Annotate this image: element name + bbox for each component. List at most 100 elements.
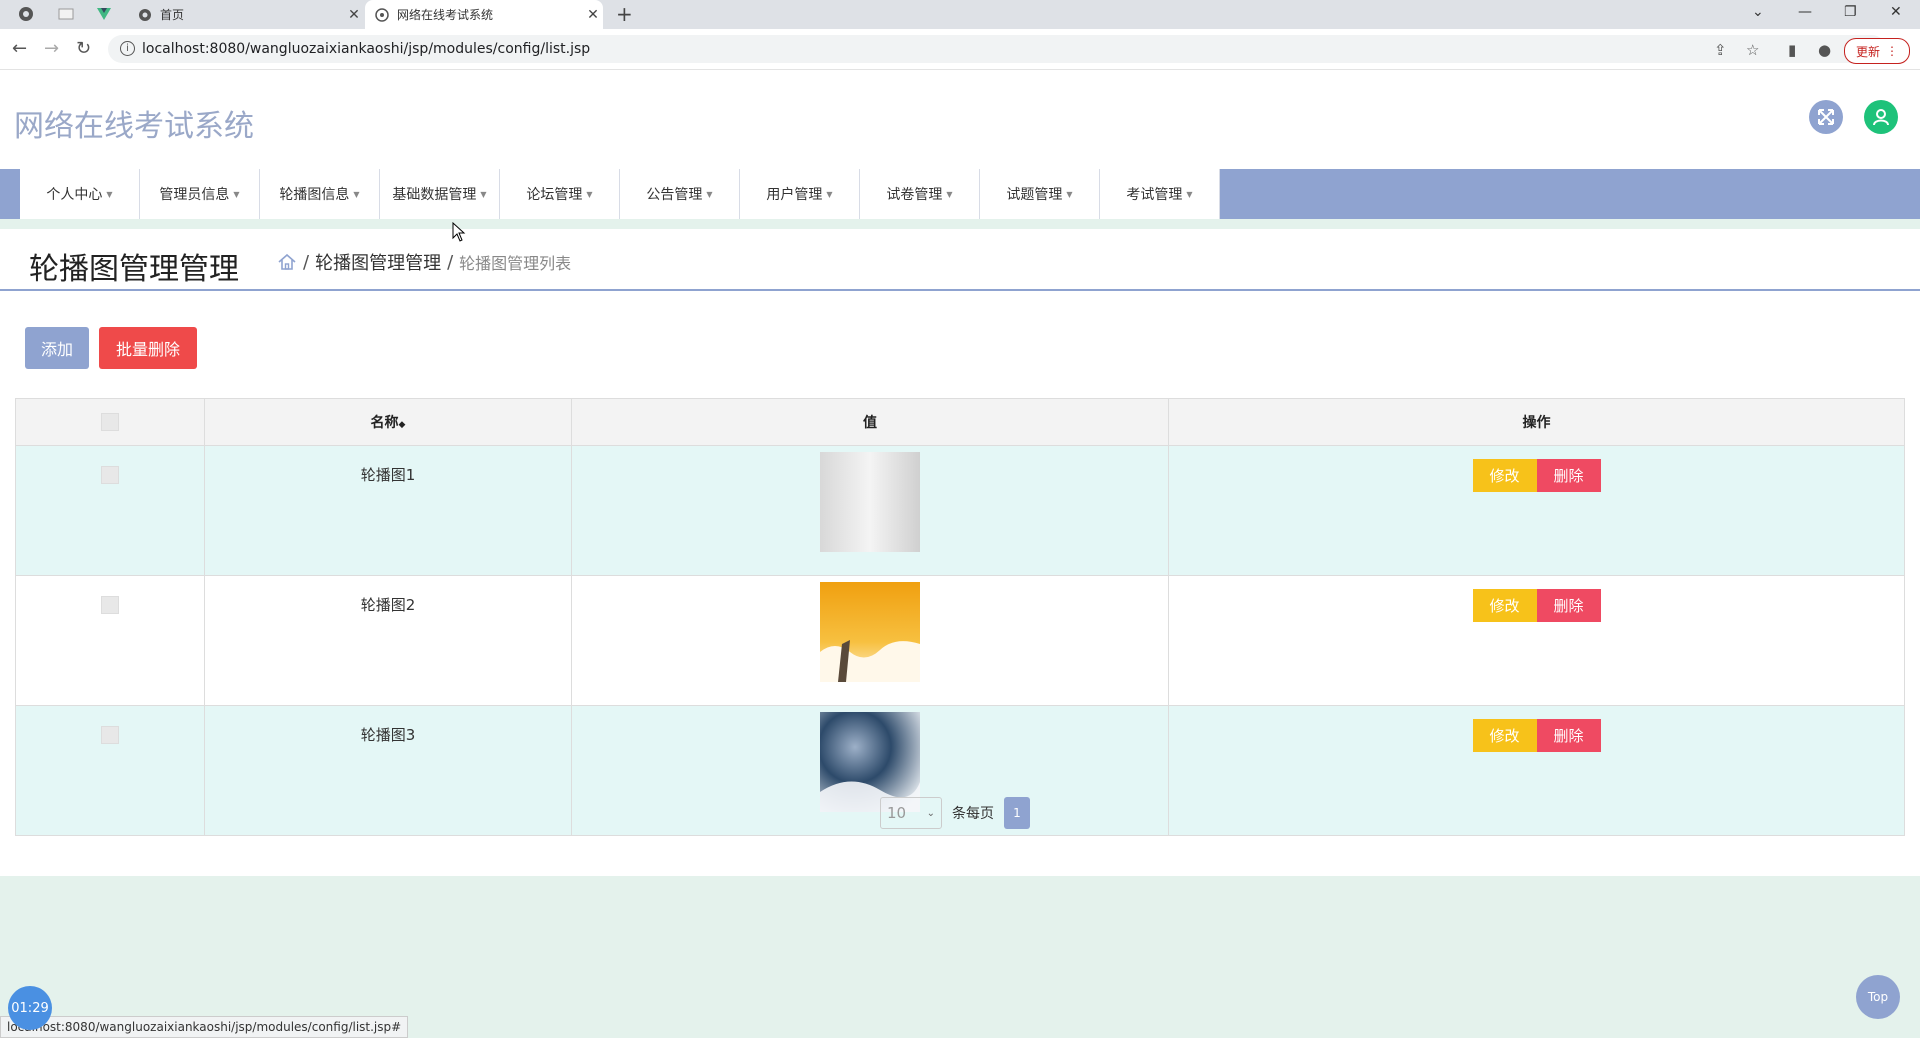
row-checkbox[interactable] (101, 466, 119, 484)
menu-papers[interactable]: 试卷管理 ▼ (860, 169, 980, 219)
sort-icon[interactable]: ◆ (399, 420, 406, 430)
page-size-select[interactable]: 10 ⌄ (880, 797, 942, 829)
browser-tab-bar: 首页 ✕ 网络在线考试系统 ✕ + ⌄ — ❐ ✕ (0, 0, 1920, 29)
chevron-down-icon: ⌄ (926, 807, 935, 819)
minimize-icon[interactable]: — (1798, 4, 1812, 20)
ops-cell: 修改 删除 (1168, 445, 1905, 576)
new-tab-icon[interactable]: + (616, 2, 633, 26)
menu-personal-center[interactable]: 个人中心 ▼ (20, 169, 140, 219)
name-cell: 轮播图2 (204, 575, 572, 706)
tab-exam-system[interactable]: 网络在线考试系统 ✕ (365, 0, 603, 29)
add-button[interactable]: 添加 (25, 327, 89, 369)
caret-down-icon: ▼ (106, 189, 113, 199)
close-tab-icon[interactable]: ✕ (583, 7, 603, 23)
tab-search-icon[interactable]: ⌄ (1752, 4, 1764, 20)
select-cell (15, 575, 205, 706)
edit-button[interactable]: 修改 (1472, 719, 1537, 752)
app-header: 网络在线考试系统 (0, 70, 1920, 169)
window-close-icon[interactable]: ✕ (1890, 4, 1902, 20)
carousel-table: 名称◆ 值 操作 轮播图1 修改 删除 轮播图2 修改 删除 轮播图3 修改 删… (15, 398, 1905, 836)
page-number-button[interactable]: 1 (1004, 797, 1030, 829)
pinned-tab-icon[interactable] (18, 6, 34, 22)
select-all-checkbox[interactable] (101, 413, 119, 431)
edit-button[interactable]: 修改 (1472, 459, 1537, 492)
delete-button[interactable]: 删除 (1536, 589, 1601, 622)
tab-title: 网络在线考试系统 (397, 8, 494, 22)
caret-down-icon: ▼ (233, 189, 240, 199)
main-menu-bar: 个人中心 ▼ 管理员信息 ▼ 轮播图信息 ▼ 基础数据管理 ▼ 论坛管理 ▼ 公告管理 ▼ … (0, 169, 1920, 219)
restore-icon[interactable]: ❐ (1844, 4, 1857, 20)
shield-icon (375, 7, 389, 22)
breadcrumb: / 轮播图管理管理 / 轮播图管理列表 (277, 249, 571, 275)
row-checkbox[interactable] (101, 726, 119, 744)
header-select-all (15, 398, 205, 446)
page-header: 轮播图管理管理 / 轮播图管理管理 / 轮播图管理列表 (0, 229, 1920, 291)
menu-users[interactable]: 用户管理 ▼ (740, 169, 860, 219)
table-row: 轮播图2 修改 删除 (15, 575, 1905, 706)
value-cell (571, 705, 1169, 836)
forward-icon[interactable]: → (44, 38, 59, 59)
main-menu: 个人中心 ▼ 管理员信息 ▼ 轮播图信息 ▼ 基础数据管理 ▼ 论坛管理 ▼ 公告管理 ▼ … (20, 169, 1220, 219)
more-icon: ⋮ (1886, 44, 1898, 58)
menu-questions[interactable]: 试题管理 ▼ (980, 169, 1100, 219)
tab-home[interactable]: 首页 ✕ (128, 0, 364, 29)
caret-down-icon: ▼ (480, 189, 487, 199)
pagination: 10 ⌄ 条每页 1 (880, 797, 1030, 829)
header-name[interactable]: 名称◆ (204, 398, 572, 446)
per-page-label: 条每页 (952, 806, 994, 822)
site-info-icon[interactable]: i (120, 41, 135, 56)
breadcrumb-separator: / (447, 251, 454, 273)
content-panel: 轮播图管理管理 / 轮播图管理管理 / 轮播图管理列表 添加 批量删除 名称◆ … (0, 229, 1920, 876)
bookmark-star-icon[interactable]: ☆ (1746, 41, 1759, 59)
breadcrumb-level1[interactable]: 轮播图管理管理 (315, 249, 441, 275)
share-icon[interactable]: ⇪ (1714, 41, 1727, 59)
caret-down-icon: ▼ (1066, 189, 1073, 199)
edit-button[interactable]: 修改 (1472, 589, 1537, 622)
vue-tab-icon[interactable] (96, 6, 112, 22)
name-cell: 轮播图1 (204, 445, 572, 576)
caret-down-icon: ▼ (946, 189, 953, 199)
page-title: 轮播图管理管理 (29, 252, 239, 287)
mouse-cursor-icon (452, 222, 466, 242)
ops-cell: 修改 删除 (1168, 575, 1905, 706)
table-row: 轮播图1 修改 删除 (15, 445, 1905, 576)
back-to-top-button[interactable]: Top (1856, 975, 1900, 1019)
user-avatar-icon[interactable] (1864, 100, 1898, 134)
reload-icon[interactable]: ↻ (76, 38, 91, 59)
globe-icon (138, 8, 152, 22)
home-icon[interactable] (277, 252, 297, 272)
menu-notice[interactable]: 公告管理 ▼ (620, 169, 740, 219)
fullscreen-icon[interactable] (1809, 100, 1843, 134)
side-panel-icon[interactable]: ▮ (1788, 41, 1796, 59)
menu-forum[interactable]: 论坛管理 ▼ (500, 169, 620, 219)
batch-delete-button[interactable]: 批量删除 (99, 327, 197, 369)
row-checkbox[interactable] (101, 596, 119, 614)
menu-base-data[interactable]: 基础数据管理 ▼ (380, 169, 500, 219)
address-bar: ← → ↻ i localhost:8080/wangluozaixiankao… (0, 29, 1920, 70)
delete-button[interactable]: 删除 (1536, 459, 1601, 492)
menu-admin-info[interactable]: 管理员信息 ▼ (140, 169, 260, 219)
menu-carousel-info[interactable]: 轮播图信息 ▼ (260, 169, 380, 219)
select-cell (15, 445, 205, 576)
caret-down-icon: ▼ (586, 189, 593, 199)
breadcrumb-separator: / (303, 251, 310, 273)
url-omnibox[interactable]: i localhost:8080/wangluozaixiankaoshi/js… (108, 35, 1886, 63)
caret-down-icon: ▼ (1186, 189, 1193, 199)
timer-badge[interactable]: 01:29 (8, 986, 52, 1030)
browser-update-button[interactable]: 更新 ⋮ (1844, 38, 1910, 64)
name-cell: 轮播图3 (204, 705, 572, 836)
carousel-image-thumb[interactable] (820, 582, 920, 682)
url-text[interactable]: localhost:8080/wangluozaixiankaoshi/jsp/… (142, 41, 590, 57)
ops-cell: 修改 删除 (1168, 705, 1905, 836)
close-tab-icon[interactable]: ✕ (344, 7, 364, 23)
header-ops: 操作 (1168, 398, 1905, 446)
profile-icon[interactable]: ● (1818, 41, 1831, 59)
row-actions: 修改 删除 (1170, 719, 1903, 752)
back-icon[interactable]: ← (12, 38, 27, 59)
menu-gap (0, 219, 1920, 229)
pinned-tab-icon[interactable] (58, 6, 74, 22)
carousel-image-thumb[interactable] (820, 452, 920, 552)
breadcrumb-level2: 轮播图管理列表 (459, 254, 572, 273)
menu-exams[interactable]: 考试管理 ▼ (1100, 169, 1220, 219)
delete-button[interactable]: 删除 (1536, 719, 1601, 752)
